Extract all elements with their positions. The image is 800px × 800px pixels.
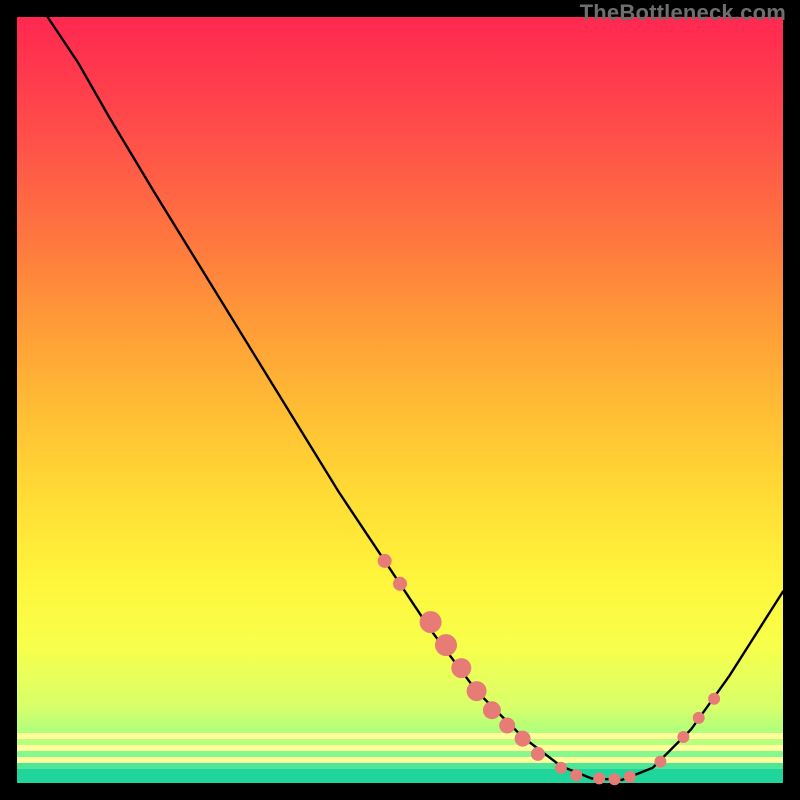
scatter-dot [483,701,501,719]
scatter-dot [555,762,567,774]
bottleneck-curve [48,17,783,780]
scatter-dot [467,681,487,701]
scatter-dot [593,772,605,784]
chart-svg [17,17,783,783]
scatter-dot [677,731,689,743]
scatter-dot [531,747,545,761]
chart-container: TheBottleneck.com [0,0,800,800]
scatter-dot [654,756,666,768]
scatter-dot [393,577,407,591]
scatter-dot [708,693,720,705]
scatter-dot [515,731,531,747]
scatter-dot [693,712,705,724]
scatter-dot [624,771,636,783]
scatter-dot [378,554,392,568]
scatter-dot [420,611,442,633]
scatter-dot [435,634,457,656]
scatter-dot [570,769,582,781]
scatter-dot [609,773,621,785]
scatter-dot [499,718,515,734]
scatter-dot [451,658,471,678]
